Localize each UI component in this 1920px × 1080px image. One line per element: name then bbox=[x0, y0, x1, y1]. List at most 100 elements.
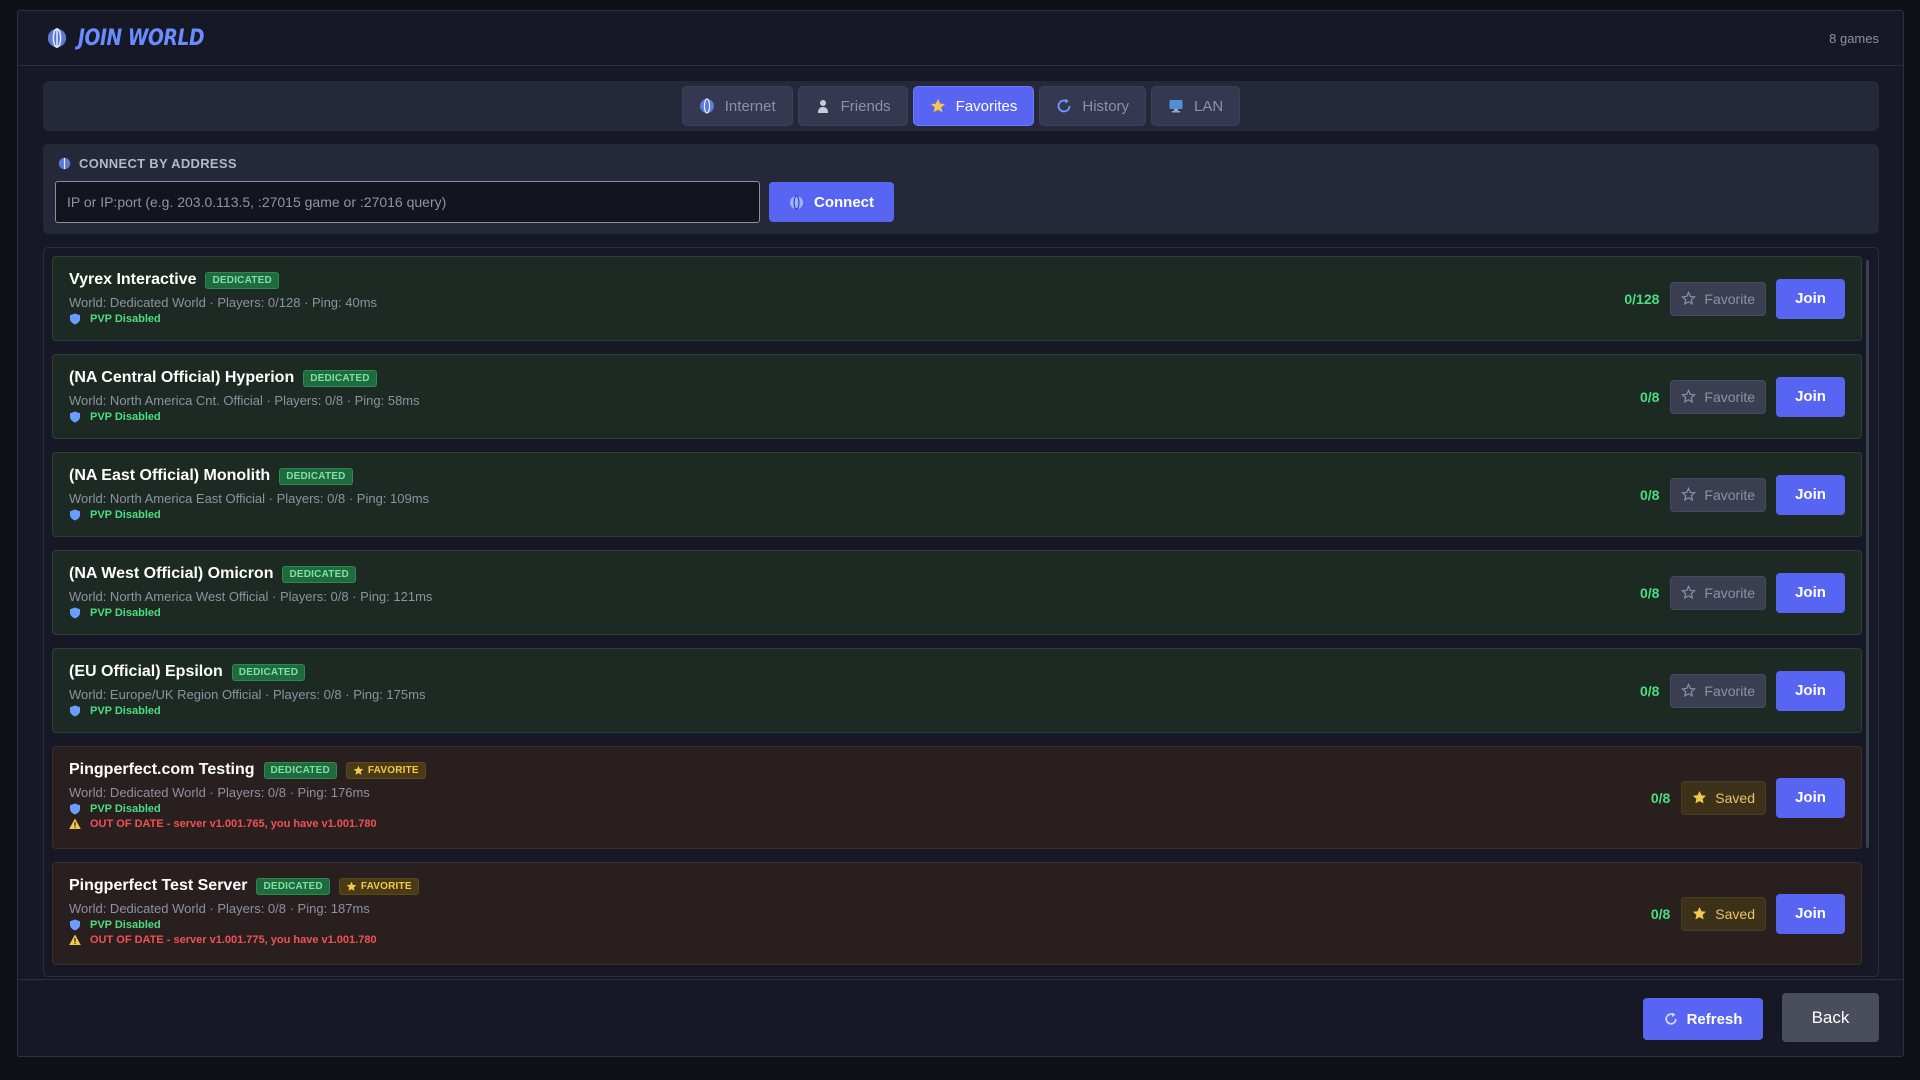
person-icon bbox=[817, 100, 828, 113]
favorite-button[interactable]: Favorite bbox=[1670, 477, 1766, 512]
tab-label: Internet bbox=[724, 97, 776, 115]
pvp-status: PVP Disabled bbox=[69, 509, 1845, 521]
join-button[interactable]: Join bbox=[1776, 376, 1845, 417]
favorite-badge: FAVORITE bbox=[345, 761, 426, 779]
refresh-button[interactable]: Refresh bbox=[1643, 998, 1763, 1040]
server-row[interactable]: Pingperfect.com Testing DEDICATED FAVORI… bbox=[52, 746, 1862, 849]
favorite-button[interactable]: Favorite bbox=[1670, 673, 1766, 708]
connect-panel: CONNECT BY ADDRESS Connect bbox=[43, 144, 1879, 234]
out-of-date-warning: OUT OF DATE - server v1.001.775, you hav… bbox=[69, 934, 1845, 946]
join-button[interactable]: Join bbox=[1776, 893, 1845, 934]
saved-button-label: Saved bbox=[1715, 905, 1755, 922]
server-meta: World: Dedicated World · Players: 0/128 … bbox=[69, 295, 378, 310]
address-input[interactable] bbox=[55, 181, 760, 223]
back-button[interactable]: Back bbox=[1782, 993, 1879, 1042]
dedicated-badge: DEDICATED bbox=[256, 877, 330, 895]
tab-friends[interactable]: Friends bbox=[797, 86, 908, 126]
player-count: 0/8 bbox=[1639, 388, 1660, 405]
join-button[interactable]: Join bbox=[1776, 670, 1845, 711]
star-icon bbox=[930, 99, 945, 113]
server-name: Vyrex Interactive bbox=[69, 271, 197, 288]
pvp-status: PVP Disabled bbox=[69, 607, 1845, 619]
connect-button-label: Connect bbox=[814, 193, 874, 211]
tab-label: History bbox=[1082, 97, 1130, 115]
connect-label: CONNECT BY ADDRESS bbox=[58, 156, 237, 171]
server-name: (NA Central Official) Hyperion bbox=[69, 369, 295, 386]
pvp-status: PVP Disabled bbox=[69, 313, 1845, 325]
pvp-label: PVP Disabled bbox=[90, 509, 161, 521]
globe-icon bbox=[47, 28, 67, 48]
pvp-label: PVP Disabled bbox=[90, 803, 161, 815]
tab-favorites[interactable]: Favorites bbox=[912, 86, 1035, 126]
server-name: (NA East Official) Monolith bbox=[69, 467, 271, 484]
pvp-label: PVP Disabled bbox=[90, 607, 161, 619]
server-list-scroll: Vyrex Interactive DEDICATED World: Dedic… bbox=[44, 248, 1878, 976]
globe-icon bbox=[58, 157, 71, 170]
join-button[interactable]: Join bbox=[1776, 278, 1845, 319]
server-row[interactable]: Pingperfect Test Server DEDICATED FAVORI… bbox=[52, 862, 1862, 965]
pvp-label: PVP Disabled bbox=[90, 411, 161, 423]
refresh-icon bbox=[1664, 1012, 1677, 1025]
dedicated-badge: DEDICATED bbox=[303, 369, 377, 387]
footer: Refresh Back bbox=[18, 979, 1903, 1056]
server-name: Pingperfect Test Server bbox=[69, 877, 248, 894]
star-icon bbox=[1693, 906, 1707, 920]
scrollbar[interactable] bbox=[1866, 260, 1869, 848]
star-outline-icon bbox=[1681, 585, 1697, 600]
server-row[interactable]: (NA East Official) Monolith DEDICATED Wo… bbox=[52, 452, 1862, 537]
server-list[interactable]: Vyrex Interactive DEDICATED World: Dedic… bbox=[43, 247, 1879, 977]
favorite-button-label: Favorite bbox=[1704, 584, 1755, 601]
out-of-date-warning: OUT OF DATE - server v1.001.765, you hav… bbox=[69, 818, 1845, 830]
connect-label-text: CONNECT BY ADDRESS bbox=[79, 156, 237, 171]
tab-label: Friends bbox=[840, 97, 891, 115]
player-count: 0/8 bbox=[1639, 682, 1660, 699]
star-icon bbox=[1693, 790, 1707, 804]
server-row[interactable]: (EU Official) Epsilon DEDICATED World: E… bbox=[52, 648, 1862, 733]
star-outline-icon bbox=[1681, 487, 1697, 502]
tab-label: LAN bbox=[1194, 97, 1224, 115]
favorite-button[interactable]: Favorite bbox=[1670, 575, 1766, 610]
server-row[interactable]: (NA Central Official) Hyperion DEDICATED… bbox=[52, 354, 1862, 439]
server-meta: World: Dedicated World · Players: 0/8 · … bbox=[69, 785, 370, 800]
server-meta: World: North America Cnt. Official · Pla… bbox=[69, 393, 420, 408]
favorite-badge: FAVORITE bbox=[338, 877, 419, 895]
player-count: 0/8 bbox=[1650, 789, 1671, 806]
tab-internet[interactable]: Internet bbox=[681, 86, 793, 126]
warning-label: OUT OF DATE - server v1.001.775, you hav… bbox=[90, 934, 377, 946]
favorite-button[interactable]: Favorite bbox=[1670, 281, 1766, 316]
star-outline-icon bbox=[1681, 291, 1697, 306]
favorite-badge-label: FAVORITE bbox=[367, 764, 419, 776]
pvp-label: PVP Disabled bbox=[90, 705, 161, 717]
join-button[interactable]: Join bbox=[1776, 572, 1845, 613]
pvp-status: PVP Disabled bbox=[69, 919, 1845, 931]
title-bar: JOIN WORLD 8 games bbox=[18, 11, 1903, 66]
globe-icon bbox=[789, 194, 804, 210]
join-button[interactable]: Join bbox=[1776, 474, 1845, 515]
favorite-button-label: Favorite bbox=[1704, 486, 1755, 503]
server-row[interactable]: Vyrex Interactive DEDICATED World: Dedic… bbox=[52, 256, 1862, 341]
shield-icon bbox=[70, 919, 80, 931]
shield-icon bbox=[70, 607, 80, 619]
player-count: 0/128 bbox=[1624, 290, 1660, 307]
saved-button[interactable]: Saved bbox=[1681, 896, 1766, 931]
saved-button[interactable]: Saved bbox=[1681, 780, 1766, 815]
dedicated-badge: DEDICATED bbox=[282, 565, 356, 583]
favorite-button-label: Favorite bbox=[1704, 682, 1755, 699]
shield-icon bbox=[70, 411, 80, 423]
window-title: JOIN WORLD bbox=[78, 25, 205, 51]
tab-label: Favorites bbox=[955, 97, 1018, 115]
tab-history[interactable]: History bbox=[1039, 86, 1147, 126]
pvp-status: PVP Disabled bbox=[69, 411, 1845, 423]
warning-icon bbox=[69, 934, 81, 945]
connect-button[interactable]: Connect bbox=[769, 182, 894, 222]
server-meta: World: Europe/UK Region Official · Playe… bbox=[69, 687, 426, 702]
tab-lan[interactable]: LAN bbox=[1151, 86, 1241, 126]
join-button[interactable]: Join bbox=[1776, 777, 1845, 818]
pvp-label: PVP Disabled bbox=[90, 313, 161, 325]
tab-bar: Internet Friends Favorites History LAN bbox=[43, 81, 1879, 131]
pvp-status: PVP Disabled bbox=[69, 803, 1845, 815]
server-row[interactable]: (NA West Official) Omicron DEDICATED Wor… bbox=[52, 550, 1862, 635]
server-meta: World: North America West Official · Pla… bbox=[69, 589, 433, 604]
favorite-button[interactable]: Favorite bbox=[1670, 379, 1766, 414]
server-name: (NA West Official) Omicron bbox=[69, 565, 274, 582]
